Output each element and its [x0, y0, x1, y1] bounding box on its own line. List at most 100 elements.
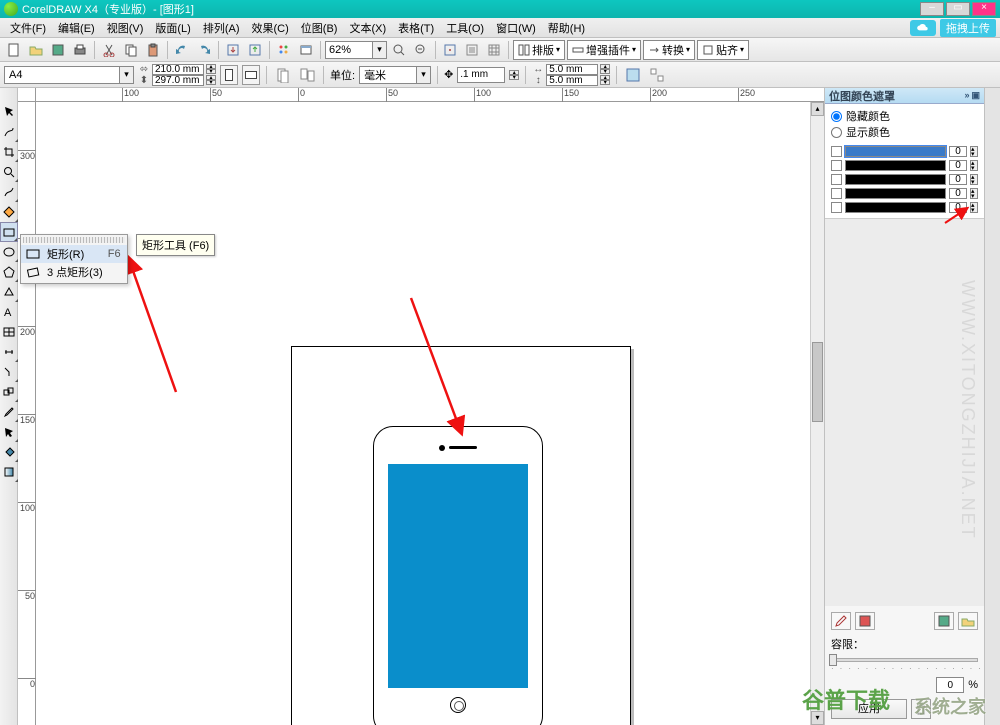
menu-arrange[interactable]: 排列(A) [197, 18, 246, 38]
units-combo[interactable]: ▾ [359, 66, 431, 84]
options-icon[interactable] [462, 40, 482, 60]
color-swatch[interactable] [845, 146, 946, 157]
docker-collapse-icon[interactable]: » [964, 90, 969, 101]
radio-hide-colors[interactable]: 隐藏颜色 [831, 108, 978, 124]
polygon-tool[interactable] [0, 262, 18, 282]
arrange-button[interactable]: 排版▾ [513, 40, 565, 60]
rectangle-tool[interactable] [0, 222, 18, 242]
dup-y-input[interactable] [546, 75, 598, 86]
export-icon[interactable] [245, 40, 265, 60]
page-apply-icon[interactable] [273, 65, 293, 85]
freehand-tool[interactable] [0, 182, 18, 202]
open-icon[interactable] [26, 40, 46, 60]
scroll-thumb[interactable] [812, 342, 823, 422]
zoom-out-icon[interactable] [411, 40, 431, 60]
color-row[interactable]: 0 ▴▾ [831, 158, 978, 172]
eyedropper-icon[interactable] [831, 612, 851, 630]
slider-thumb[interactable] [829, 654, 837, 666]
menu-view[interactable]: 视图(V) [101, 18, 150, 38]
paste-icon[interactable] [143, 40, 163, 60]
minimize-button[interactable]: – [920, 2, 944, 16]
color-swatch[interactable] [845, 174, 946, 185]
interactive-fill-tool[interactable] [0, 462, 18, 482]
color-spinner[interactable]: ▴▾ [970, 146, 978, 157]
color-spinner[interactable]: ▴▾ [970, 160, 978, 171]
treat-as-filled-icon[interactable] [623, 65, 643, 85]
menu-help[interactable]: 帮助(H) [542, 18, 591, 38]
color-swatch[interactable] [845, 188, 946, 199]
color-spinner[interactable]: ▴▾ [970, 188, 978, 199]
dup-x-input[interactable] [546, 64, 598, 75]
shape-tool[interactable] [0, 122, 18, 142]
menu-file[interactable]: 文件(F) [4, 18, 52, 38]
menu-layout[interactable]: 版面(L) [149, 18, 196, 38]
radio-show-colors[interactable]: 显示颜色 [831, 124, 978, 140]
color-checkbox[interactable] [831, 146, 842, 157]
color-checkbox[interactable] [831, 188, 842, 199]
color-row[interactable]: 0 ▴▾ [831, 144, 978, 158]
vertical-docker-tabs[interactable] [984, 88, 1000, 725]
color-swatch[interactable] [845, 202, 946, 213]
tolerance-slider[interactable] [831, 658, 978, 662]
menu-text[interactable]: 文本(X) [343, 18, 392, 38]
units-dropdown[interactable]: ▾ [417, 66, 431, 84]
enhance-button[interactable]: 增强插件▾ [567, 40, 641, 60]
fill-tool[interactable] [0, 442, 18, 462]
color-spinner[interactable]: ▴▾ [970, 174, 978, 185]
tolerance-input[interactable] [936, 677, 964, 693]
zoom-combo[interactable]: ▾ [325, 41, 387, 59]
ruler-horizontal[interactable]: 10050050100150200250300 [36, 88, 824, 102]
flyout-item-rectangle[interactable]: 矩形(R) F6 [21, 245, 127, 263]
color-value[interactable]: 0 [949, 188, 967, 199]
flyout-item-3point-rectangle[interactable]: 3 点矩形(3) [21, 263, 127, 281]
color-checkbox[interactable] [831, 202, 842, 213]
scroll-down-icon[interactable]: ▾ [811, 711, 824, 725]
canvas-area[interactable]: 10050050100150200250300 3002502001501005… [18, 88, 824, 725]
color-row[interactable]: 0 ▴▾ [831, 172, 978, 186]
cloud-icon[interactable] [910, 20, 936, 36]
zoom-in-icon[interactable] [389, 40, 409, 60]
paper-size-combo[interactable]: ▾ [4, 66, 134, 84]
apply-button[interactable]: 应用 [831, 699, 907, 719]
app-launcher-icon[interactable] [274, 40, 294, 60]
zoom-input[interactable] [325, 41, 373, 59]
copy-icon[interactable] [121, 40, 141, 60]
ellipse-tool[interactable] [0, 242, 18, 262]
units-input[interactable] [359, 66, 417, 84]
color-value[interactable]: 0 [949, 174, 967, 185]
paper-size-dropdown[interactable]: ▾ [120, 66, 134, 84]
print-icon[interactable] [70, 40, 90, 60]
dimension-tool[interactable] [0, 342, 18, 362]
menu-bitmaps[interactable]: 位图(B) [295, 18, 344, 38]
upload-button[interactable]: 拖拽上传 [940, 19, 996, 37]
save-icon[interactable] [48, 40, 68, 60]
color-value[interactable]: 0 [949, 160, 967, 171]
close-button[interactable]: × [972, 2, 996, 16]
undo-icon[interactable] [172, 40, 192, 60]
outline-tool[interactable] [0, 422, 18, 442]
menu-tools[interactable]: 工具(O) [440, 18, 490, 38]
interactive-tool[interactable] [0, 382, 18, 402]
landscape-button[interactable] [242, 65, 260, 85]
color-swatch[interactable] [845, 160, 946, 171]
zoom-dropdown[interactable]: ▾ [373, 41, 387, 59]
crop-tool[interactable] [0, 142, 18, 162]
menu-window[interactable]: 窗口(W) [490, 18, 542, 38]
smart-fill-tool[interactable] [0, 202, 18, 222]
menu-edit[interactable]: 编辑(E) [52, 18, 101, 38]
page-height-input[interactable] [152, 75, 204, 86]
scroll-up-icon[interactable]: ▴ [811, 102, 824, 116]
ruler-origin[interactable] [18, 88, 36, 102]
connector-tool[interactable] [0, 362, 18, 382]
docker-close-icon[interactable]: ▣ [971, 90, 980, 101]
color-value[interactable]: 0 [949, 146, 967, 157]
zoom-tool[interactable] [0, 162, 18, 182]
color-checkbox[interactable] [831, 160, 842, 171]
menu-effects[interactable]: 效果(C) [246, 18, 295, 38]
open-mask-icon[interactable] [958, 612, 978, 630]
maximize-button[interactable]: ▭ [946, 2, 970, 16]
convert-button[interactable]: 转换▾ [643, 40, 695, 60]
docker-title[interactable]: 位图颜色遮罩 »▣ [825, 88, 984, 104]
snap-icon[interactable] [440, 40, 460, 60]
import-icon[interactable] [223, 40, 243, 60]
